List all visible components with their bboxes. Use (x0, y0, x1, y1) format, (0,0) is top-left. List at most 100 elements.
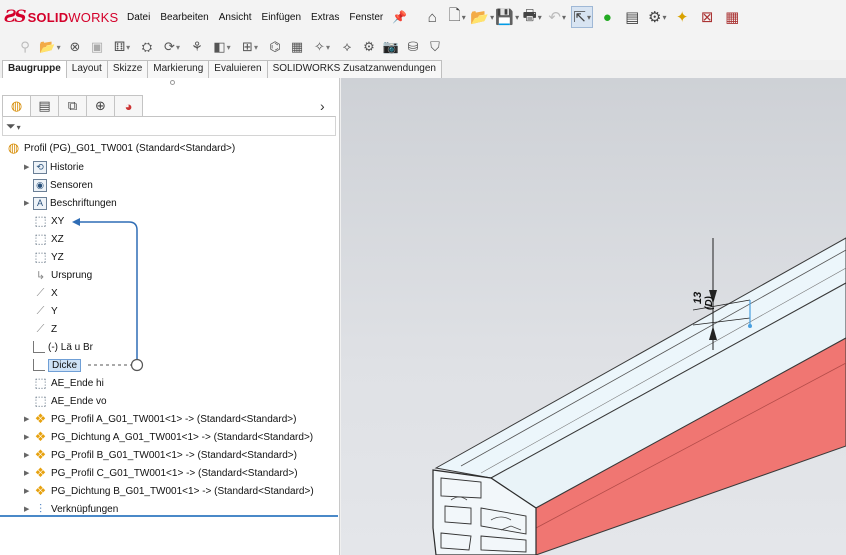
tab-skizze[interactable]: Skizze (106, 60, 149, 78)
tree-item-plane-ae-ende-vo[interactable]: ⬚ AE_Ende vo (33, 392, 107, 410)
exploded-view-icon[interactable]: ✧ (310, 38, 334, 56)
mate-icon[interactable]: ⊗ (66, 38, 84, 56)
configuration-manager-tab[interactable]: ⧉ (58, 95, 87, 117)
tab-evaluieren[interactable]: Evaluieren (208, 60, 268, 78)
graphics-viewport[interactable]: 13 (D) (341, 78, 846, 555)
feature-manager-tree-tab[interactable]: ◍ (2, 95, 31, 117)
tree-item-sketch-dicke[interactable]: Dicke (33, 356, 82, 374)
tree-item-component-dichtung-b[interactable]: ▶ ❖ PG_Dichtung B_G01_TW001<1> -> (Stand… (24, 482, 314, 500)
axis-icon: ⟋ (36, 286, 45, 299)
expand-arrow-icon[interactable]: ▶ (24, 451, 33, 459)
take-snapshot-icon[interactable]: 📷 (382, 38, 400, 56)
assembly-features-icon[interactable]: ◧ (210, 38, 234, 56)
rebuild-traffic-light-icon[interactable]: ● (596, 6, 618, 28)
ds-logo-mark: ƧS (4, 7, 27, 27)
plane-icon: ⬚ (34, 375, 47, 390)
menu-datei[interactable]: Datei (122, 12, 155, 23)
tab-layout[interactable]: Layout (65, 60, 108, 78)
large-assembly-icon[interactable]: ⛁ (404, 38, 422, 56)
more-tabs-chevron-icon[interactable]: › (320, 98, 325, 114)
tree-item-axis-z[interactable]: ⟋ Z (33, 320, 57, 338)
options-gear-icon[interactable]: ⚙ (646, 6, 668, 28)
save-icon[interactable]: 💾 (495, 6, 518, 28)
pin-menu-icon[interactable]: 📌 (392, 10, 407, 24)
insert-component-icon[interactable]: ⚲ (16, 38, 34, 56)
tree-filter-bar[interactable]: ⏷ (2, 116, 336, 136)
dimxpert-crosshair-icon: ⊕ (95, 98, 106, 113)
layout-icon[interactable]: ▦ (721, 6, 743, 28)
new-document-icon[interactable]: 🗋 (446, 6, 468, 28)
menu-ansicht[interactable]: Ansicht (214, 12, 257, 23)
annotations-icon: A (33, 196, 47, 210)
tree-item-sensoren[interactable]: ◉ Sensoren (33, 176, 93, 194)
bill-of-materials-icon[interactable]: ▦ (288, 38, 306, 56)
print-icon[interactable]: 🖶 (521, 6, 543, 28)
tab-markierung[interactable]: Markierung (147, 60, 210, 78)
panel-bottom-divider (0, 515, 338, 517)
menu-bar: ƧS SOLID WORKS Datei Bearbeiten Ansicht E… (0, 0, 846, 34)
expand-arrow-icon[interactable]: ▶ (24, 505, 33, 513)
tree-root-assembly[interactable]: ◍ Profil (PG)_G01_TW001 (Standard<Standa… (6, 139, 235, 157)
property-manager-tab[interactable]: ▤ (30, 95, 59, 117)
new-part-icon[interactable]: 📂 (38, 38, 62, 56)
tree-item-component-profil-b[interactable]: ▶ ❖ PG_Profil B_G01_TW001<1> -> (Standar… (24, 446, 297, 464)
home-icon[interactable]: ⌂ (421, 6, 443, 28)
tree-item-axis-y[interactable]: ⟋ Y (33, 302, 58, 320)
subassembly-icon: ❖ (34, 483, 47, 498)
panel-collapse-handle[interactable] (170, 80, 175, 85)
menu-bearbeiten[interactable]: Bearbeiten (155, 12, 213, 23)
tree-item-label: PG_Dichtung B_G01_TW001<1> -> (Standard<… (51, 485, 314, 497)
menu-einfuegen[interactable]: Einfügen (257, 12, 306, 23)
reference-geometry-icon[interactable]: ⊞ (238, 38, 262, 56)
tree-item-label: AE_Ende vo (51, 395, 107, 407)
tree-item-ursprung[interactable]: ↳ Ursprung (33, 266, 92, 284)
tab-solidworks-addins[interactable]: SOLIDWORKS Zusatzanwendungen (266, 60, 442, 78)
tree-item-label: Beschriftungen (50, 197, 117, 209)
expand-arrow-icon[interactable]: ▶ (24, 199, 33, 207)
assembly-tree-icon: ◍ (10, 98, 23, 113)
wand-icon[interactable]: ✦ (671, 6, 693, 28)
new-motion-study-icon[interactable]: ⌬ (266, 38, 284, 56)
instant3d-icon[interactable]: ⟡ (338, 38, 356, 56)
tree-item-plane-xy[interactable]: ⬚ XY (33, 212, 64, 230)
tree-item-plane-ae-ende-hi[interactable]: ⬚ AE_Ende hi (33, 374, 103, 392)
dimension-driven-ref[interactable]: (D) (704, 295, 715, 310)
solidworks-logo[interactable]: ƧS SOLID WORKS (4, 7, 122, 27)
show-hidden-icon[interactable]: ⚘ (188, 38, 206, 56)
expand-arrow-icon[interactable]: ▶ (24, 433, 33, 441)
tree-item-axis-x[interactable]: ⟋ X (33, 284, 58, 302)
tree-item-plane-xz[interactable]: ⬚ XZ (33, 230, 63, 248)
expand-arrow-icon[interactable]: ▶ (24, 487, 33, 495)
update-speedpak-icon[interactable]: ⚙ (360, 38, 378, 56)
tree-item-sketch-lae-u-br[interactable]: (-) Lä u Br (33, 338, 93, 356)
menu-fenster[interactable]: Fenster (344, 12, 388, 23)
configuration-icon: ⧉ (67, 98, 78, 113)
hide-show-components-icon[interactable]: ⛉ (426, 38, 444, 56)
tree-item-component-dichtung-a[interactable]: ▶ ❖ PG_Dichtung A_G01_TW001<1> -> (Stand… (24, 428, 313, 446)
smart-fasteners-icon[interactable]: ⛭ (138, 38, 156, 56)
filter-funnel-icon[interactable]: ⏷ (6, 119, 21, 134)
undo-icon[interactable]: ↶ (546, 6, 568, 28)
tree-item-component-profil-a[interactable]: ▶ ❖ PG_Profil A_G01_TW001<1> -> (Standar… (24, 410, 296, 428)
tree-item-component-profil-c[interactable]: ▶ ❖ PG_Profil C_G01_TW001<1> -> (Standar… (24, 464, 298, 482)
tree-item-historie[interactable]: ▶ ⟲ Historie (24, 158, 84, 176)
expand-arrow-icon[interactable]: ▶ (24, 469, 33, 477)
sensor-icon: ◉ (33, 178, 47, 192)
dimension-value-13[interactable]: 13 (692, 292, 704, 304)
expand-arrow-icon[interactable]: ▶ (24, 415, 33, 423)
menu-extras[interactable]: Extras (306, 12, 344, 23)
file-properties-icon[interactable]: ▤ (621, 6, 643, 28)
display-manager-icon: ◕ (124, 98, 133, 114)
tree-item-plane-yz[interactable]: ⬚ YZ (33, 248, 63, 266)
display-manager-tab[interactable]: ◕ (114, 95, 143, 117)
expand-arrow-icon[interactable]: ▶ (24, 163, 33, 171)
close-document-icon[interactable]: ⊠ (696, 6, 718, 28)
dimxpert-manager-tab[interactable]: ⊕ (86, 95, 115, 117)
select-pointer-icon[interactable]: ⇱ (571, 6, 594, 28)
component-preview-icon[interactable]: ▣ (88, 38, 106, 56)
tree-item-beschriftungen[interactable]: ▶ A Beschriftungen (24, 194, 117, 212)
tab-baugruppe[interactable]: Baugruppe (2, 60, 67, 78)
open-folder-icon[interactable]: 📂 (470, 6, 493, 28)
linear-pattern-icon[interactable]: ⚅ (110, 38, 134, 56)
move-component-icon[interactable]: ⟳ (160, 38, 184, 56)
